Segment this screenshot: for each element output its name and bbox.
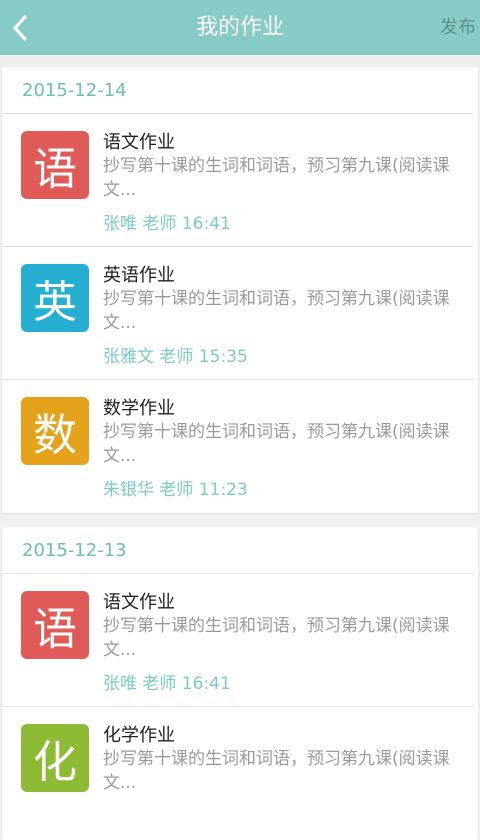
homework-description: 抄写第十课的生词和词语，预习第九课(阅读课文... (103, 749, 450, 793)
homework-item[interactable]: 化化学作业抄写第十课的生词和词语，预习第九课(阅读课文... (2, 707, 474, 840)
homework-item[interactable]: 数数学作业抄写第十课的生词和词语，预习第九课(阅读课文... 朱银华 老师 11:… (2, 380, 474, 513)
homework-title: 语文作业 (103, 592, 175, 613)
date-header: 2015-12-14 (2, 67, 474, 114)
date-group: 2015-12-14 语语文作业 抄写第十课的生词和词语，预习第九课(阅读课文...… (2, 67, 478, 513)
date-group: 2015-12-13 语语文作业 抄写第十课的生词和词语，预习第九课(阅读课文...… (2, 527, 478, 840)
homework-title: 英语作业 (103, 265, 175, 286)
homework-title: 数学作业 (103, 398, 175, 419)
subject-icon: 数 (21, 397, 89, 465)
subject-icon: 英 (21, 264, 89, 332)
homework-item[interactable]: 语语文作业抄写第十课的生词和词语，预习第九课(阅读课文... 张唯 老师 16:4… (2, 114, 474, 247)
homework-description: 抄写第十课的生词和词语，预习第九课(阅读课文... (103, 422, 450, 466)
subject-icon: 化 (21, 724, 89, 792)
publish-button[interactable]: 发布 (440, 0, 476, 55)
homework-title: 化学作业 (103, 725, 175, 746)
subject-icon: 语 (21, 131, 89, 199)
homework-description: 抄写第十课的生词和词语，预习第九课(阅读课文... (103, 289, 450, 333)
subject-icon: 语 (21, 591, 89, 659)
homework-item[interactable]: 语语文作业抄写第十课的生词和词语，预习第九课(阅读课文... 张唯 老师 16:4… (2, 574, 474, 707)
homework-item[interactable]: 英英语作业抄写第十课的生词和词语，预习第九课(阅读课文... 张雅文 老师 15:… (2, 247, 474, 380)
homework-description: 抄写第十课的生词和词语，预习第九课(阅读课文... (103, 156, 450, 200)
teacher-time: 张唯 老师 16:41 (103, 674, 231, 694)
homework-list: 2015-12-14 语语文作业 抄写第十课的生词和词语，预习第九课(阅读课文...… (0, 55, 480, 840)
app-header: 我的作业 发布 (0, 0, 480, 55)
homework-title: 语文作业 (103, 132, 175, 153)
date-header: 2015-12-13 (2, 527, 474, 574)
homework-description: 抄写第十课的生词和词语，预习第九课(阅读课文... (103, 616, 450, 660)
teacher-time: 朱银华 老师 11:23 (103, 480, 248, 500)
teacher-time: 张雅文 老师 15:35 (103, 347, 248, 367)
page-title: 我的作业 (195, 15, 284, 40)
teacher-time: 张唯 老师 16:41 (103, 214, 231, 234)
